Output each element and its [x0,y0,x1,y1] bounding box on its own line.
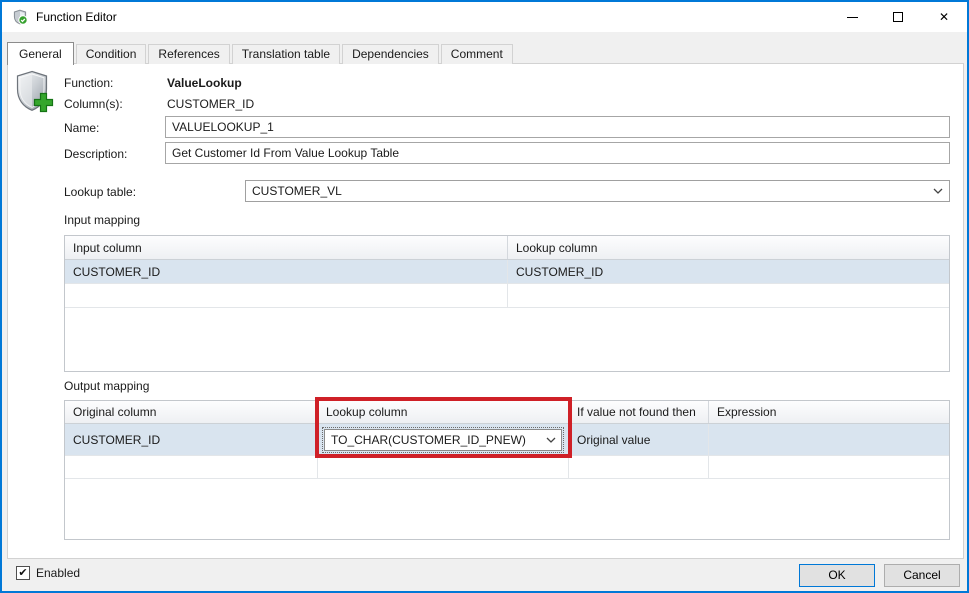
description-label: Description: [64,147,127,161]
cell-focus-rect: TO_CHAR(CUSTOMER_ID_PNEW) [322,427,564,453]
input-mapping-title: Input mapping [64,213,140,227]
maximize-icon [893,12,903,22]
chevron-down-icon [927,188,949,194]
name-input[interactable] [165,116,950,138]
general-tab-page: Function: ValueLookup Column(s): CUSTOME… [7,63,964,559]
minimize-icon [847,17,858,18]
tab-translation-table[interactable]: Translation table [232,44,340,64]
chevron-down-icon [541,437,561,443]
lookup-column-header: Lookup column [508,236,949,259]
lookup-table-label: Lookup table: [64,185,136,199]
input-mapping-empty-row[interactable] [65,284,949,308]
tab-bar: General Condition References Translation… [7,42,515,64]
description-input[interactable] [165,142,950,164]
input-column-cell[interactable]: CUSTOMER_ID [65,260,508,283]
if-value-not-found-header: If value not found then [569,401,709,423]
cancel-button[interactable]: Cancel [884,564,960,587]
shield-add-icon [16,70,56,119]
function-editor-dialog: Function Editor ✕ General Condition Refe… [0,0,969,593]
close-button[interactable]: ✕ [921,2,967,32]
window-title: Function Editor [36,10,117,24]
columns-label: Column(s): [64,97,123,111]
output-mapping-header-row: Original column Lookup column If value n… [65,401,949,424]
lookup-column-header: Lookup column [318,401,569,423]
tab-comment[interactable]: Comment [441,44,513,64]
expression-header: Expression [709,401,949,423]
expression-cell[interactable] [709,424,949,455]
name-label: Name: [64,121,99,135]
tab-general[interactable]: General [7,42,74,65]
output-mapping-empty-row[interactable] [65,456,949,479]
enabled-checkbox-group[interactable]: ✔ Enabled [16,566,80,580]
lookup-table-value: CUSTOMER_VL [246,184,927,198]
original-column-header: Original column [65,401,318,423]
output-mapping-title: Output mapping [64,379,149,393]
close-icon: ✕ [939,11,949,23]
tab-dependencies[interactable]: Dependencies [342,44,439,64]
ok-button[interactable]: OK [799,564,875,587]
if-value-not-found-cell[interactable]: Original value [569,424,709,455]
footer-bar: ✔ Enabled OK Cancel [2,559,967,591]
checkmark-icon: ✔ [18,568,27,579]
maximize-button[interactable] [875,2,921,32]
output-mapping-grid: Original column Lookup column If value n… [64,400,950,540]
output-mapping-row-selected[interactable]: CUSTOMER_ID TO_CHAR(CUSTOMER_ID_PNEW) Or… [65,424,949,456]
lookup-table-combobox[interactable]: CUSTOMER_VL [245,180,950,202]
lookup-column-cell[interactable]: CUSTOMER_ID [508,260,949,283]
enabled-label: Enabled [36,566,80,580]
input-mapping-row-selected[interactable]: CUSTOMER_ID CUSTOMER_ID [65,260,949,284]
window-controls: ✕ [829,2,967,32]
tab-condition[interactable]: Condition [76,44,147,64]
columns-value: CUSTOMER_ID [167,97,254,111]
titlebar: Function Editor ✕ [2,2,967,32]
input-column-header: Input column [65,236,508,259]
minimize-button[interactable] [829,2,875,32]
input-mapping-header-row: Input column Lookup column [65,236,949,260]
function-label: Function: [64,76,113,90]
tab-references[interactable]: References [148,44,229,64]
lookup-column-cell: TO_CHAR(CUSTOMER_ID_PNEW) [318,424,569,455]
shield-check-icon [12,9,28,25]
function-value: ValueLookup [167,76,242,90]
original-column-cell[interactable]: CUSTOMER_ID [65,424,318,455]
lookup-column-combobox[interactable]: TO_CHAR(CUSTOMER_ID_PNEW) [324,429,562,451]
enabled-checkbox[interactable]: ✔ [16,566,30,580]
input-mapping-grid: Input column Lookup column CUSTOMER_ID C… [64,235,950,372]
lookup-column-combobox-value: TO_CHAR(CUSTOMER_ID_PNEW) [325,433,541,447]
